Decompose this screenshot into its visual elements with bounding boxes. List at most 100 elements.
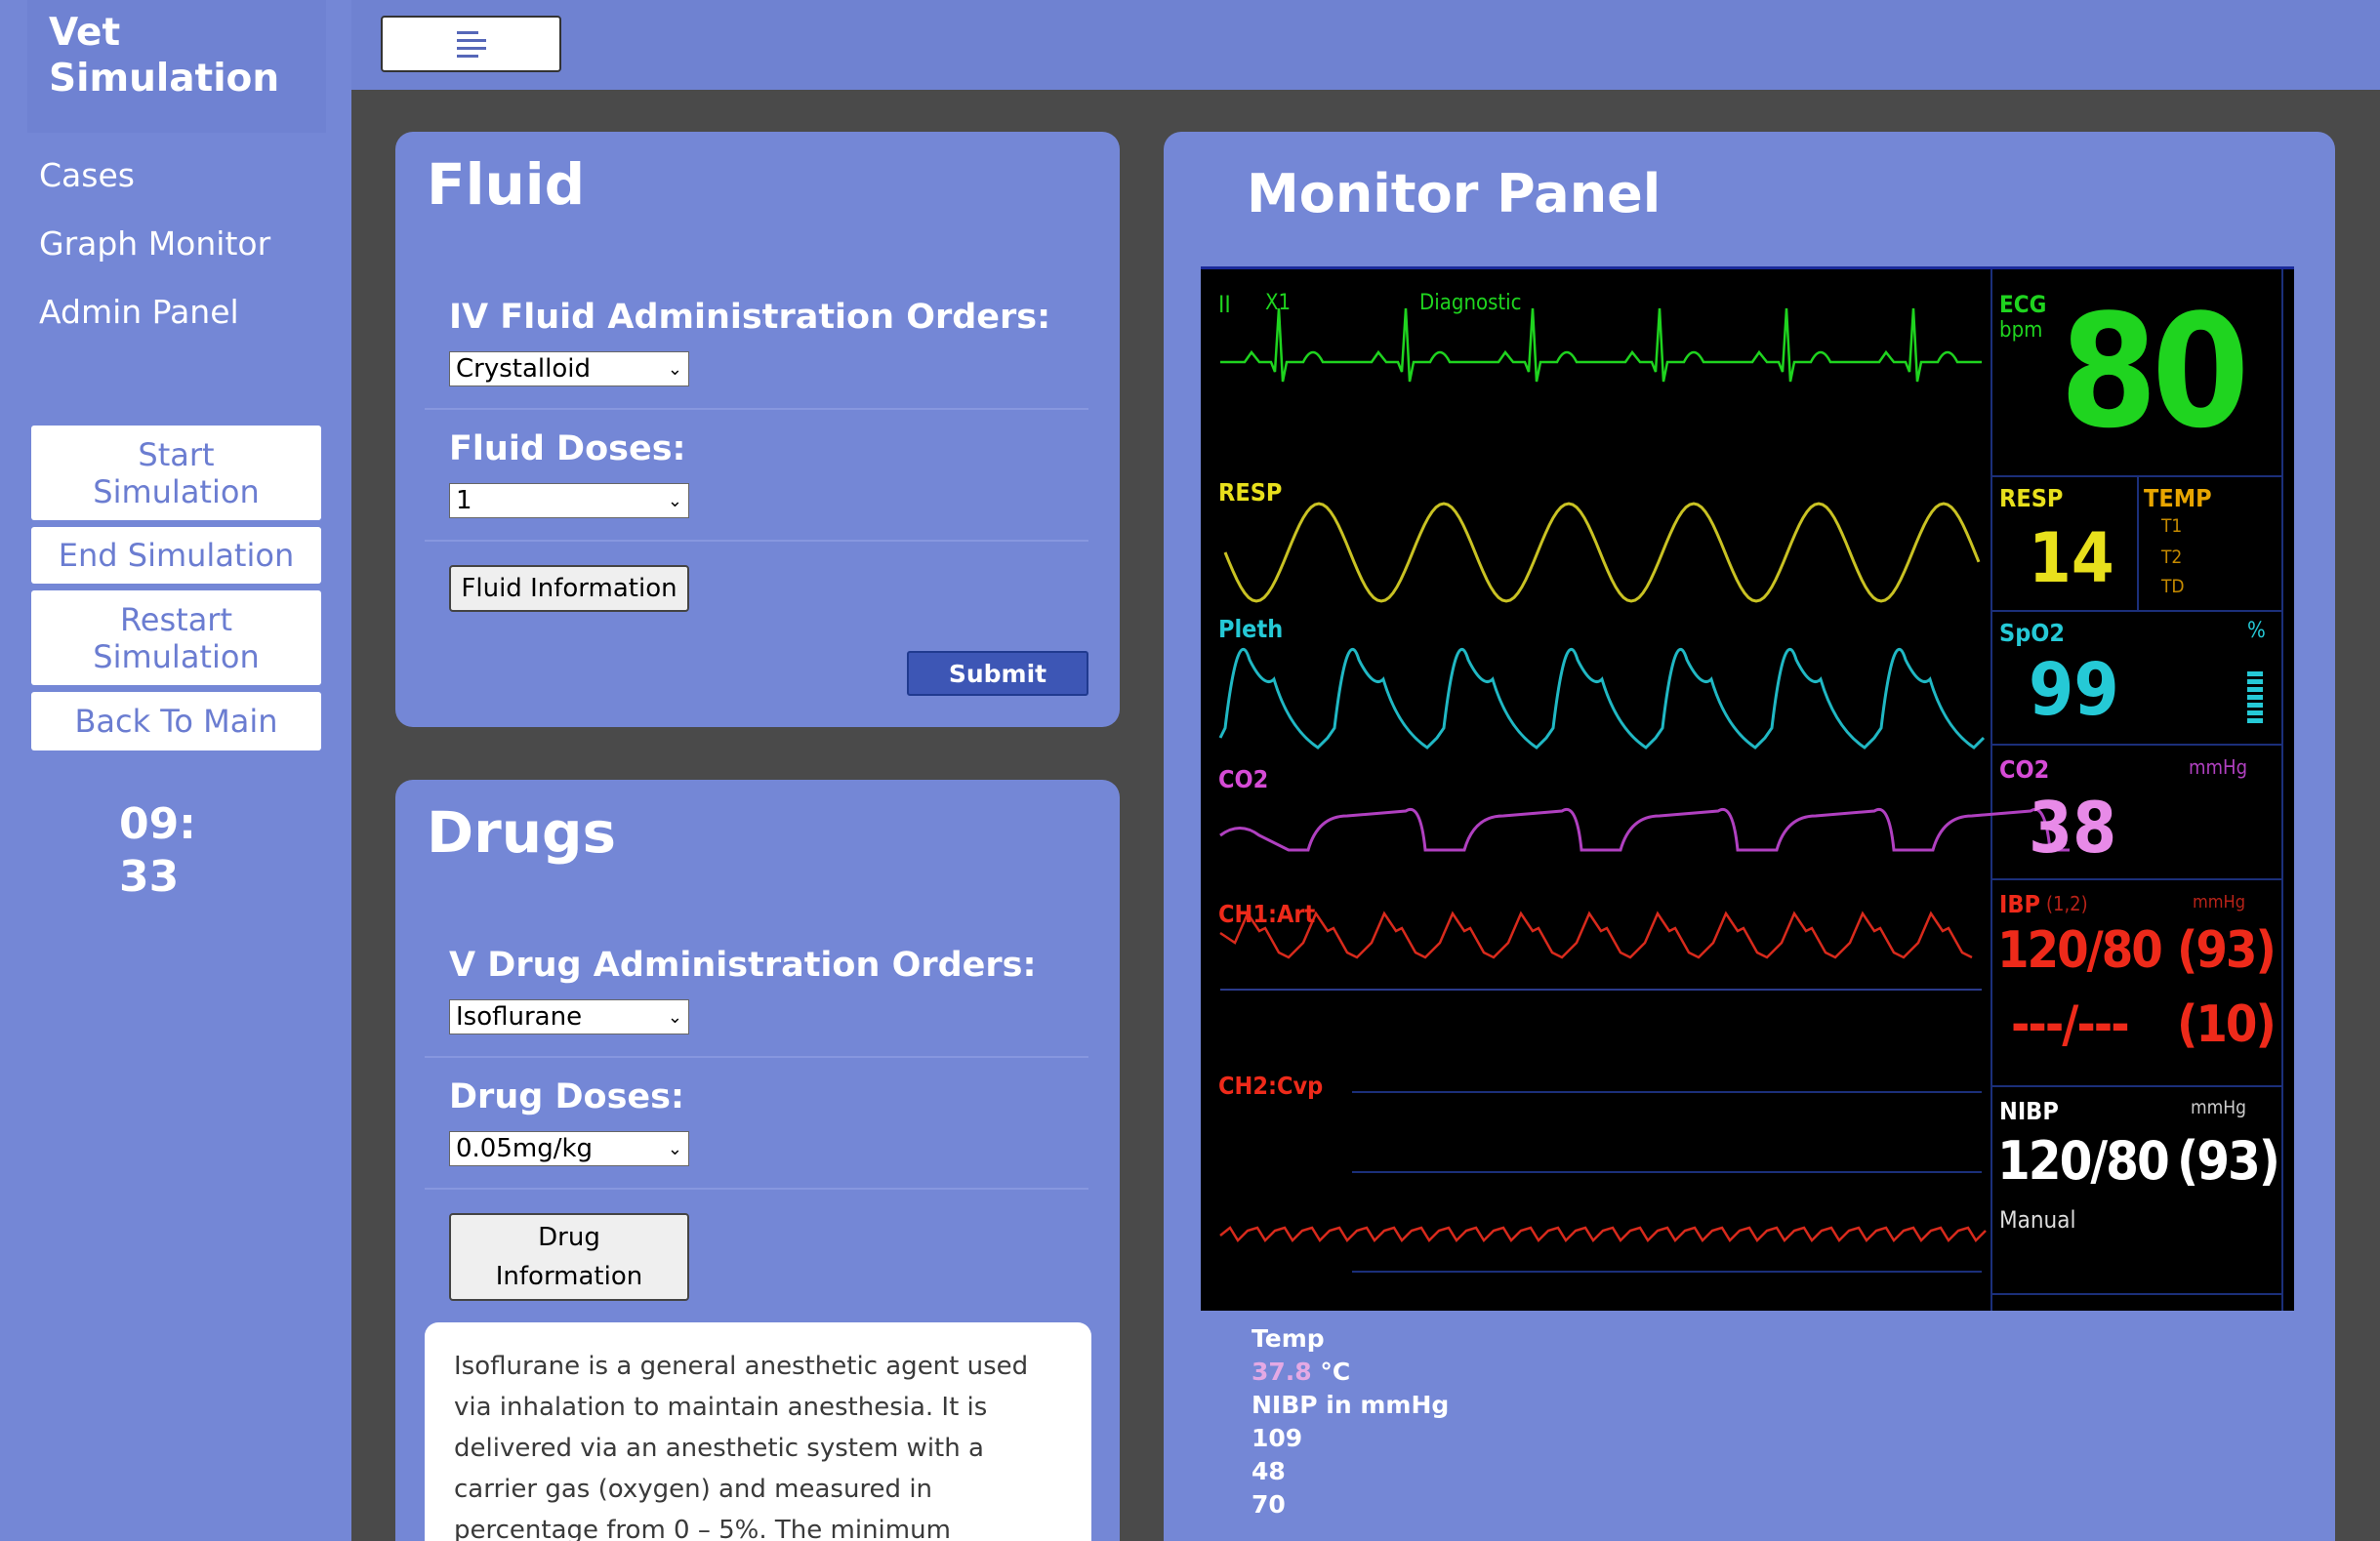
restart-simulation-label-1: Restart	[119, 600, 232, 638]
divider	[425, 1188, 1088, 1190]
readout-temp-value: 37.8	[1252, 1358, 1312, 1386]
co2-unit: mmHg	[2189, 755, 2248, 779]
ecg-waveform	[1220, 307, 1982, 383]
brand-line-2: Simulation	[49, 57, 280, 101]
spo2-label: SpO2	[1999, 619, 2066, 647]
readout-nibp-label: NIBP in mmHg	[1252, 1391, 1450, 1419]
fluid-information-button[interactable]: Fluid Information	[449, 565, 689, 612]
fluid-orders-value: Crystalloid	[456, 354, 591, 384]
fluid-card: Fluid IV Fluid Administration Orders: Cr…	[395, 132, 1120, 727]
divider	[425, 540, 1088, 542]
fluid-doses-value: 1	[456, 486, 472, 515]
divider	[425, 1056, 1088, 1058]
temp-label: TEMP	[2144, 484, 2212, 512]
ecg-label: ECG	[1999, 291, 2047, 318]
temp-td: TD	[2161, 576, 2185, 597]
back-to-main-button[interactable]: Back To Main	[31, 692, 321, 750]
nav-admin-panel[interactable]: Admin Panel	[39, 293, 239, 331]
drug-doses-value: 0.05mg/kg	[456, 1134, 594, 1163]
ibp-unit: mmHg	[2193, 892, 2246, 912]
drug-information-button[interactable]: Drug Information	[449, 1213, 689, 1301]
spo2-bar-segment	[2247, 679, 2263, 684]
chevron-down-icon: ⌄	[667, 358, 682, 380]
resp-wave-label: RESP	[1218, 478, 1283, 507]
pleth-waveform	[1218, 647, 1986, 750]
ecg-mode-label: Diagnostic	[1419, 291, 1522, 315]
co2-wave-label: CO2	[1218, 765, 1269, 793]
nav-cases[interactable]: Cases	[39, 156, 135, 194]
drug-orders-select[interactable]: Isoflurane ⌄	[449, 999, 689, 1034]
readout-value-3: 70	[1252, 1490, 1286, 1519]
restart-simulation-button[interactable]: Restart Simulation	[31, 590, 321, 685]
top-bar	[351, 0, 2380, 90]
brand-logo[interactable]: Vet Simulation	[27, 0, 326, 133]
submit-button[interactable]: Submit	[907, 651, 1088, 696]
drug-doses-label: Drug Doses:	[449, 1077, 684, 1116]
pleth-wave-label: Pleth	[1218, 615, 1284, 643]
readout-value-1: 109	[1252, 1424, 1303, 1452]
end-simulation-label: End Simulation	[58, 537, 295, 574]
timer-minutes: 09:	[119, 799, 196, 849]
chevron-down-icon: ⌄	[667, 1138, 682, 1159]
spo2-bar-segment	[2247, 718, 2263, 723]
nibp-unit: mmHg	[2191, 1097, 2247, 1118]
co2-value: 38	[2029, 787, 2117, 869]
ibp-mean: (93)	[2177, 921, 2277, 980]
drugs-card: Drugs V Drug Administration Orders: Isof…	[395, 780, 1120, 1541]
ibp-channels: (1,2)	[2046, 892, 2088, 915]
nav-graph-monitor[interactable]: Graph Monitor	[39, 224, 270, 263]
cvp-waveform	[1219, 1226, 1987, 1243]
readout-temp-row: 37.8 °C	[1252, 1356, 1449, 1389]
fluid-orders-select[interactable]: Crystalloid ⌄	[449, 351, 689, 386]
nibp-label: NIBP	[1999, 1097, 2059, 1125]
spo2-bar-segment	[2247, 710, 2263, 715]
drug-orders-value: Isoflurane	[456, 1002, 583, 1032]
vitals-readout: Temp 37.8 °C NIBP in mmHg 109 48 70	[1252, 1322, 1449, 1521]
divider	[425, 408, 1088, 410]
start-simulation-button[interactable]: Start Simulation	[31, 426, 321, 520]
simulation-timer: 09: 33	[119, 798, 236, 904]
readout-value-2: 48	[1252, 1457, 1286, 1485]
monitor-card: Monitor Panel II X1 Diagnostic RESP Plet…	[1164, 132, 2335, 1541]
restart-simulation-label-2: Simulation	[93, 637, 260, 675]
temp-t2: T2	[2161, 547, 2183, 568]
art-waveform	[1219, 911, 1973, 959]
timer-seconds: 33	[119, 852, 180, 902]
readout-temp-label: Temp	[1252, 1324, 1325, 1353]
end-simulation-button[interactable]: End Simulation	[31, 527, 321, 584]
drug-information-panel: Isoflurane is a general anesthetic agent…	[425, 1322, 1091, 1541]
ecg-gain-label: X1	[1265, 291, 1292, 315]
fluid-doses-label: Fluid Doses:	[449, 429, 686, 468]
ecg-value: 80	[2060, 280, 2249, 463]
main-content: Fluid IV Fluid Administration Orders: Cr…	[351, 90, 2380, 1541]
nibp-mean: (93)	[2177, 1130, 2280, 1192]
resp-label: RESP	[1999, 484, 2064, 512]
patient-monitor-display: II X1 Diagnostic RESP Pleth CO2 CH1:Art …	[1201, 266, 2294, 1311]
drugs-title: Drugs	[427, 799, 617, 866]
brand-line-1: Vet	[49, 11, 121, 55]
spo2-bar-segment	[2247, 671, 2263, 676]
co2-waveform	[1219, 807, 2070, 852]
fluid-doses-select[interactable]: 1 ⌄	[449, 483, 689, 518]
ecg-lead-label: II	[1218, 291, 1231, 318]
spo2-bar-segment	[2247, 695, 2263, 700]
fluid-information-label: Fluid Information	[461, 574, 677, 603]
drug-orders-label: V Drug Administration Orders:	[449, 946, 1037, 985]
resp-value: 14	[2029, 518, 2114, 598]
monitor-title: Monitor Panel	[1247, 163, 1662, 224]
ch1-wave-label: CH1:Art	[1218, 900, 1316, 928]
start-simulation-label-1: Start	[138, 435, 215, 473]
ecg-unit: bpm	[1999, 318, 2043, 343]
start-simulation-label-2: Simulation	[93, 472, 260, 510]
menu-toggle-button[interactable]	[381, 16, 561, 72]
co2-label: CO2	[1999, 755, 2050, 784]
nibp-mode: Manual	[1999, 1206, 2076, 1234]
spo2-bar-icon	[2247, 671, 2263, 723]
spo2-value: 99	[2029, 648, 2119, 732]
ibp-value: 120/80	[1997, 921, 2163, 980]
drug-doses-select[interactable]: 0.05mg/kg ⌄	[449, 1131, 689, 1166]
back-to-main-label: Back To Main	[74, 703, 278, 740]
spo2-bar-segment	[2247, 703, 2263, 708]
fluid-title: Fluid	[427, 151, 586, 218]
submit-label: Submit	[948, 659, 1047, 688]
